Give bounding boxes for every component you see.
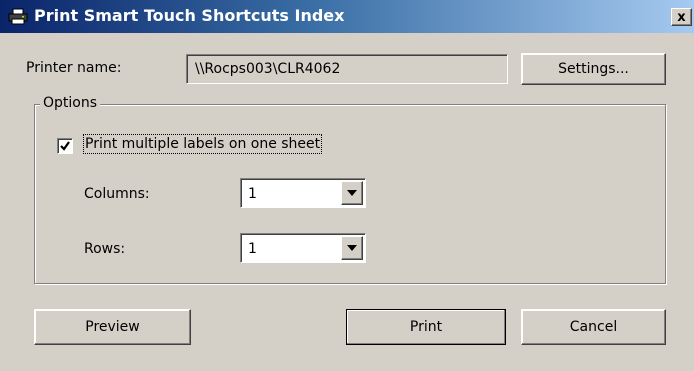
checkmark-icon xyxy=(60,141,70,151)
settings-button[interactable]: Settings... xyxy=(521,53,666,85)
cancel-button[interactable]: Cancel xyxy=(521,309,666,345)
columns-value: 1 xyxy=(248,186,257,202)
printer-name-label: Printer name: xyxy=(26,60,122,76)
chevron-down-icon xyxy=(347,190,357,196)
window-title: Print Smart Touch Shortcuts Index xyxy=(34,6,345,25)
rows-value: 1 xyxy=(248,241,257,257)
print-button[interactable]: Print xyxy=(346,309,506,345)
options-legend: Options xyxy=(40,95,101,111)
preview-button[interactable]: Preview xyxy=(34,309,191,345)
columns-select[interactable]: 1 xyxy=(240,178,366,208)
columns-label: Columns: xyxy=(84,186,150,202)
chevron-down-icon xyxy=(347,245,357,251)
title-bar[interactable]: Print Smart Touch Shortcuts Index x xyxy=(0,0,694,33)
printer-name-field: \\Rocps003\CLR4062 xyxy=(186,54,508,84)
columns-dropdown-button[interactable] xyxy=(341,181,363,205)
rows-select[interactable]: 1 xyxy=(240,233,366,263)
print-dialog: Print Smart Touch Shortcuts Index x Prin… xyxy=(0,0,694,371)
printer-icon xyxy=(8,8,28,25)
close-icon: x xyxy=(677,9,686,25)
rows-dropdown-button[interactable] xyxy=(341,236,363,260)
close-button[interactable]: x xyxy=(671,8,692,26)
rows-label: Rows: xyxy=(84,241,126,257)
multi-label-checkbox[interactable] xyxy=(57,138,73,154)
multi-label-checkbox-label[interactable]: Print multiple labels on one sheet xyxy=(82,134,323,154)
